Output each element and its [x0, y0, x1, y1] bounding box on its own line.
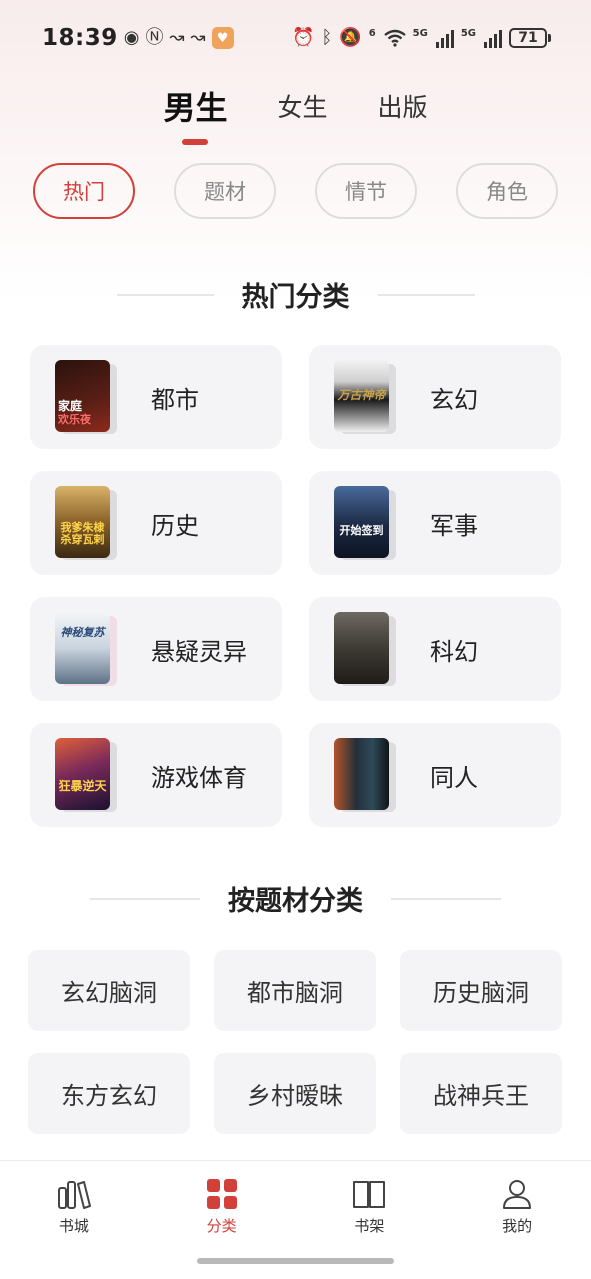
- category-grid-icon: [204, 1177, 240, 1211]
- tab-male[interactable]: 男生: [163, 83, 228, 145]
- category-card-suspense[interactable]: 神秘复苏 悬疑灵异: [30, 597, 282, 701]
- profile-icon: [499, 1177, 535, 1211]
- book-cover: [334, 738, 389, 810]
- book-cover: [334, 612, 389, 684]
- nav-label: 书城: [58, 1217, 89, 1235]
- category-card-urban[interactable]: 家庭 欢乐夜 都市: [30, 345, 282, 449]
- divider: [116, 293, 214, 296]
- book-cover-stack: 万古神帝: [334, 360, 396, 434]
- category-card-game-sports[interactable]: 狂暴逆天 游戏体育: [30, 723, 282, 827]
- topic-chip[interactable]: 都市脑洞: [214, 950, 376, 1031]
- book-cover-stack: 神秘复苏: [55, 612, 117, 686]
- topic-chip[interactable]: 战神兵王: [400, 1053, 562, 1134]
- status-right: ⏰ ᛒ 🔕 6 5G 5G 71: [292, 28, 551, 48]
- topic-chip[interactable]: 历史脑洞: [400, 950, 562, 1031]
- topic-chip[interactable]: 东方玄幻: [28, 1053, 190, 1134]
- category-label: 同人: [430, 763, 478, 792]
- book-cover-stack: [334, 612, 396, 686]
- signal-icon-1: [435, 28, 454, 48]
- filter-chips: 热门 题材 情节 角色: [33, 163, 558, 219]
- wifi-badge: 6: [368, 28, 376, 39]
- active-tab-indicator: [182, 139, 209, 145]
- bookshelf-icon: [351, 1177, 387, 1211]
- missed-call-icon: ↝: [169, 27, 185, 48]
- chip-topic[interactable]: 题材: [174, 163, 276, 219]
- category-label: 悬疑灵异: [151, 637, 247, 666]
- status-time: 18:39: [42, 25, 118, 51]
- category-card-scifi[interactable]: 科幻: [309, 597, 561, 701]
- book-cover-stack: [334, 738, 396, 812]
- alarm-icon: ⏰: [292, 27, 315, 48]
- category-label: 游戏体育: [151, 763, 247, 792]
- book-cover: 万古神帝: [334, 360, 389, 432]
- topic-section-header: 按题材分类: [0, 879, 591, 918]
- tab-female[interactable]: 女生: [277, 88, 327, 130]
- app-badge-icon: ♥: [211, 27, 234, 49]
- status-bar: 18:39 ◉ Ⓝ ↝ ↝ ♥ ⏰ ᛒ 🔕 6 5G 5G 71: [0, 0, 591, 76]
- chip-role[interactable]: 角色: [456, 163, 558, 219]
- book-cover-stack: 家庭 欢乐夜: [55, 360, 117, 434]
- battery-icon: 71: [509, 28, 551, 48]
- signal-icon-2: [484, 28, 502, 48]
- category-card-fantasy[interactable]: 万古神帝 玄幻: [309, 345, 561, 449]
- category-label: 都市: [151, 385, 199, 414]
- network-label-1: 5G: [412, 28, 428, 39]
- nav-label: 书架: [354, 1217, 385, 1235]
- tab-published-label: 出版: [377, 93, 428, 122]
- category-label: 军事: [430, 511, 478, 540]
- book-cover: 狂暴逆天: [55, 738, 110, 810]
- status-left: 18:39 ◉ Ⓝ ↝ ↝ ♥: [42, 25, 234, 51]
- topic-category-grid: 玄幻脑洞 都市脑洞 历史脑洞 东方玄幻 乡村暧昧 战神兵王: [28, 950, 563, 1134]
- book-cover: 家庭 欢乐夜: [55, 360, 110, 432]
- nav-profile[interactable]: 我的: [457, 1177, 577, 1236]
- battery-level: 71: [509, 28, 547, 48]
- book-cover-stack: 开始签到: [334, 486, 396, 560]
- topic-section-title: 按题材分类: [228, 886, 363, 917]
- nav-category[interactable]: 分类: [162, 1177, 282, 1236]
- tab-female-label: 女生: [277, 93, 328, 122]
- nav-bookshelf[interactable]: 书架: [309, 1177, 429, 1236]
- category-card-military[interactable]: 开始签到 军事: [309, 471, 561, 575]
- nav-label: 我的: [502, 1217, 533, 1235]
- topic-chip[interactable]: 玄幻脑洞: [28, 950, 190, 1031]
- category-label: 科幻: [430, 637, 478, 666]
- tab-male-label: 男生: [163, 89, 228, 127]
- home-indicator[interactable]: [197, 1258, 394, 1264]
- book-cover: 开始签到: [334, 486, 389, 558]
- bookstore-icon: [56, 1177, 92, 1211]
- network-label-2: 5G: [460, 28, 476, 39]
- wifi-icon: [383, 29, 406, 47]
- topic-chip[interactable]: 乡村暧昧: [214, 1053, 376, 1134]
- hot-section-header: 热门分类: [0, 275, 591, 314]
- divider: [90, 897, 200, 900]
- tab-published[interactable]: 出版: [378, 88, 428, 130]
- bluetooth-icon: ᛒ: [321, 27, 333, 48]
- category-card-history[interactable]: 我爹朱棣 杀穿瓦剌 历史: [30, 471, 282, 575]
- book-cover: 神秘复苏: [55, 612, 110, 684]
- nfc-icon: Ⓝ: [145, 27, 164, 48]
- chip-hot[interactable]: 热门: [33, 163, 135, 219]
- missed-call-icon-2: ↝: [190, 27, 206, 48]
- gender-tabs: 男生 女生 出版: [0, 83, 591, 145]
- chip-plot[interactable]: 情节: [315, 163, 417, 219]
- mute-icon: 🔕: [339, 27, 362, 48]
- book-cover-stack: 我爹朱棣 杀穿瓦剌: [55, 486, 117, 560]
- category-card-fanfic[interactable]: 同人: [309, 723, 561, 827]
- book-cover: 我爹朱棣 杀穿瓦剌: [55, 486, 110, 558]
- divider: [377, 293, 475, 296]
- divider: [391, 897, 501, 900]
- nav-bookstore[interactable]: 书城: [14, 1177, 134, 1236]
- category-label: 玄幻: [430, 385, 478, 414]
- hot-category-grid: 家庭 欢乐夜 都市 万古神帝 玄幻 我爹朱棣 杀穿瓦剌 历史 开始签到 军事 神…: [30, 345, 562, 827]
- hot-section-title: 热门分类: [241, 282, 350, 313]
- book-cover-stack: 狂暴逆天: [55, 738, 117, 812]
- app-notification-icon: ◉: [123, 27, 140, 48]
- nav-label: 分类: [206, 1217, 237, 1235]
- category-label: 历史: [151, 511, 199, 540]
